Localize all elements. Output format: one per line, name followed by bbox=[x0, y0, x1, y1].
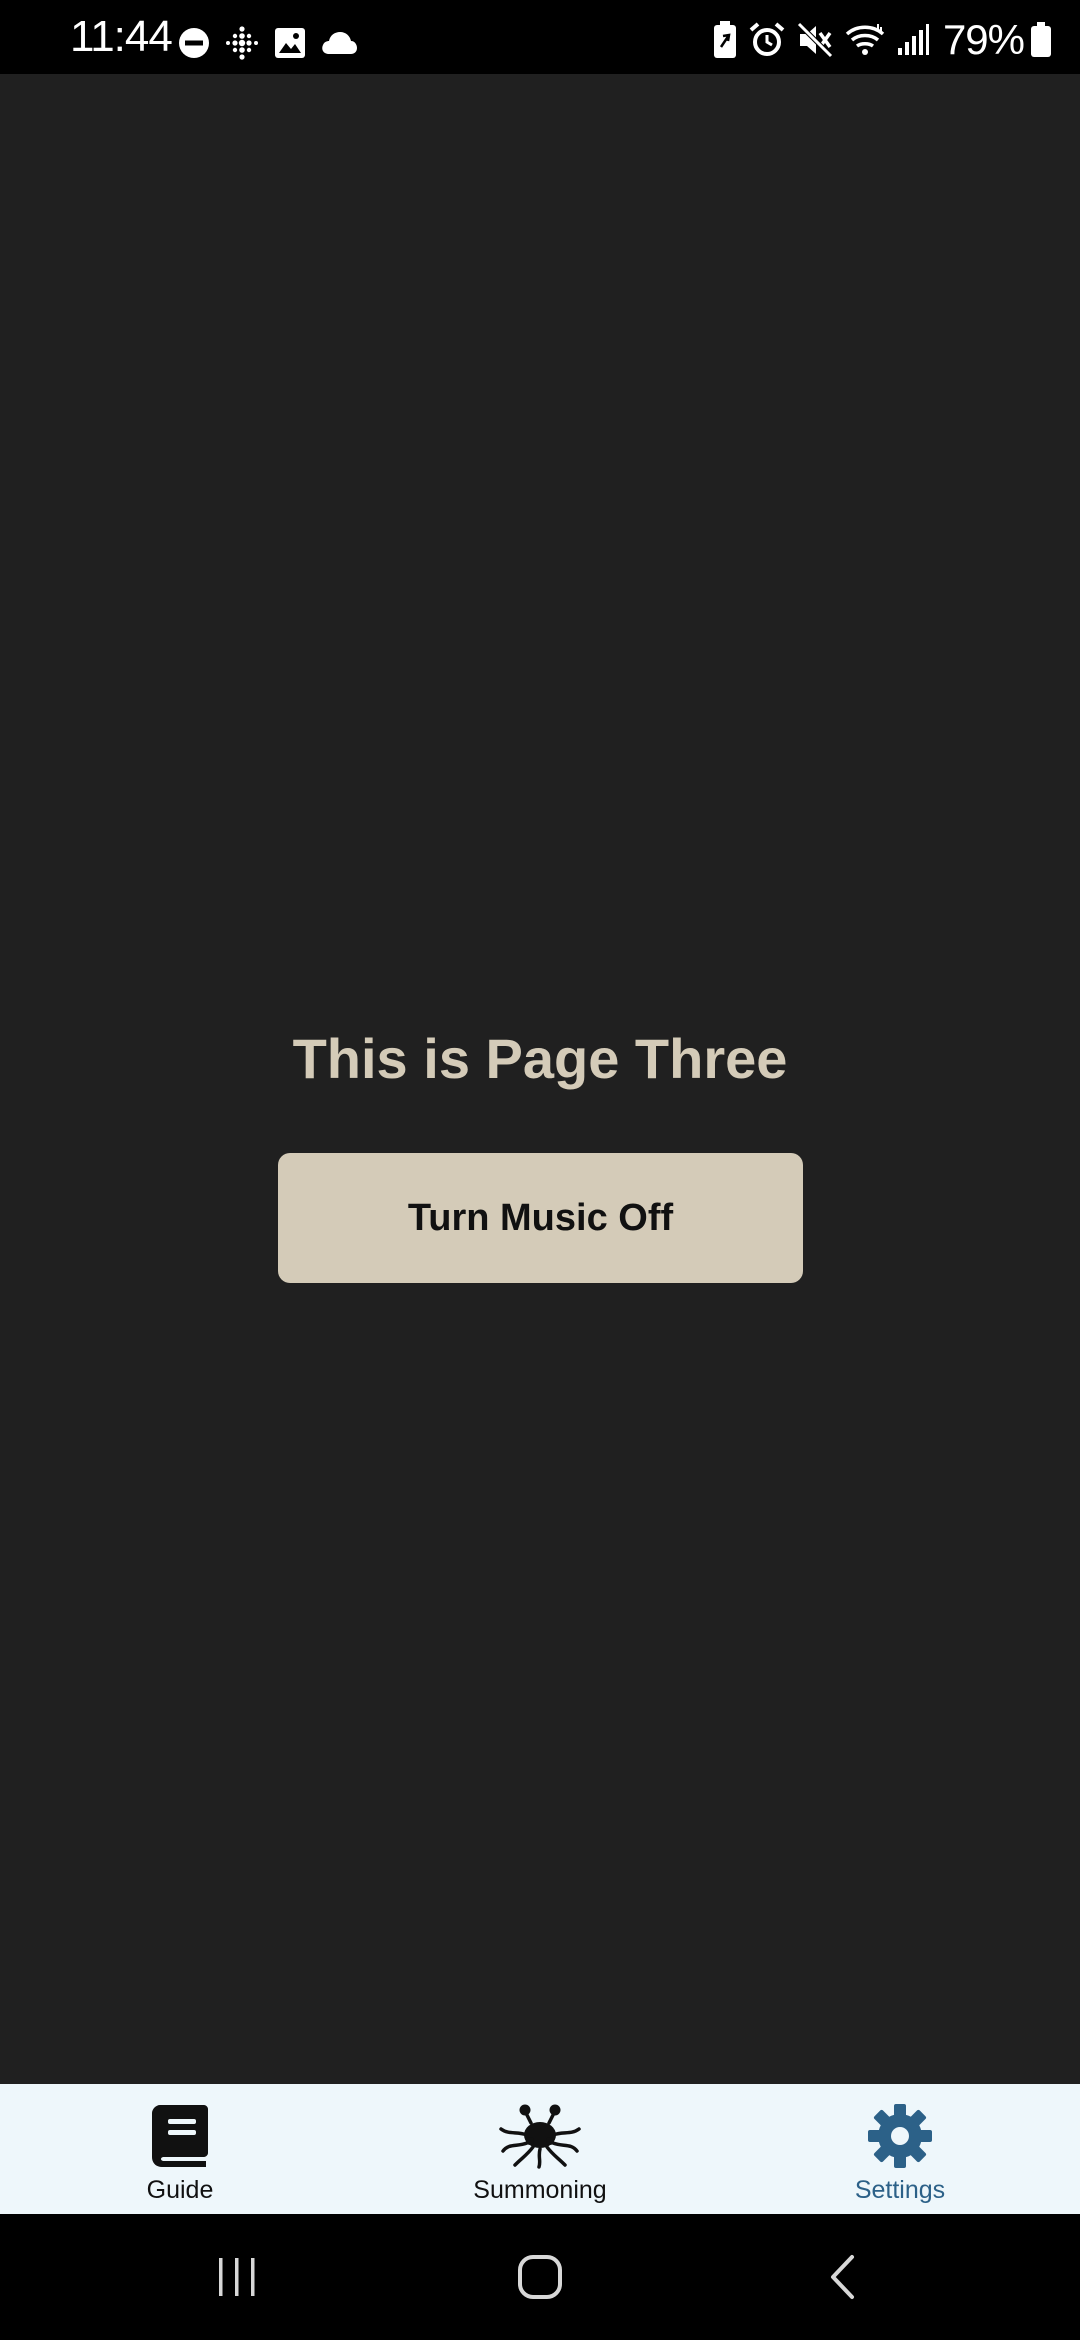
tab-guide-icon-wrap bbox=[0, 2102, 360, 2170]
tab-summoning-label: Summoning bbox=[473, 2176, 607, 2204]
tab-summoning[interactable]: Summoning bbox=[360, 2084, 720, 2214]
alarm-icon bbox=[749, 22, 785, 56]
system-navigation-bar bbox=[0, 2214, 1080, 2340]
page-content: This is Page Three Turn Music Off bbox=[0, 74, 1080, 2084]
back-icon bbox=[831, 2255, 854, 2299]
battery-saver-icon bbox=[713, 21, 736, 58]
tab-summoning-icon-wrap bbox=[360, 2102, 720, 2170]
battery-icon bbox=[1031, 22, 1051, 57]
status-bar: 11:44 79% bbox=[0, 0, 1080, 74]
tab-guide[interactable]: Guide bbox=[0, 2084, 360, 2214]
tab-settings[interactable]: Settings bbox=[720, 2084, 1080, 2214]
tab-settings-label: Settings bbox=[854, 2176, 946, 2204]
gallery-icon bbox=[275, 28, 305, 58]
home-button[interactable] bbox=[460, 2214, 620, 2340]
status-right-icons: 79% bbox=[701, 16, 1052, 64]
status-left-icons bbox=[178, 25, 372, 61]
recent-apps-button[interactable] bbox=[157, 2214, 317, 2340]
status-time: 11:44 bbox=[70, 12, 173, 61]
page-title: This is Page Three bbox=[292, 1027, 788, 1090]
fitbit-icon bbox=[226, 26, 258, 60]
gear-icon bbox=[868, 2104, 932, 2168]
back-button[interactable] bbox=[762, 2214, 922, 2340]
spaghetti-monster-icon bbox=[499, 2104, 581, 2169]
battery-percent: 79% bbox=[942, 16, 1025, 63]
tab-settings-icon-wrap bbox=[720, 2102, 1080, 2170]
recent-apps-icon bbox=[219, 2258, 255, 2296]
signal-icon bbox=[897, 24, 929, 55]
bottom-tab-bar: Guide Summoning Settings bbox=[0, 2084, 1080, 2214]
mute-icon bbox=[797, 22, 833, 58]
do-not-disturb-icon bbox=[179, 28, 209, 58]
cloud-icon bbox=[322, 32, 357, 54]
home-icon bbox=[518, 2255, 562, 2299]
app-screen: 11:44 79% This is Page Three Turn Music … bbox=[0, 0, 1080, 2340]
book-icon bbox=[152, 2105, 208, 2167]
tab-guide-label: Guide bbox=[146, 2176, 214, 2204]
wifi-icon bbox=[845, 24, 885, 55]
turn-music-off-button[interactable]: Turn Music Off bbox=[278, 1153, 803, 1283]
